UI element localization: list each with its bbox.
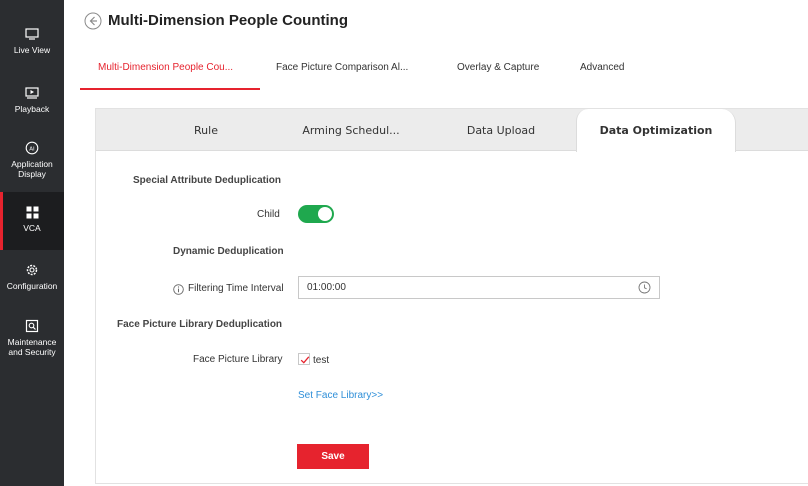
ai-icon: AI xyxy=(24,140,40,156)
sidebar-item-live-view[interactable]: Live View xyxy=(0,26,64,66)
grid-icon xyxy=(24,204,40,220)
sidebar-item-label: Playback xyxy=(14,104,50,114)
sidebar-item-label: Application Display xyxy=(11,159,53,179)
sidebar-item-label: Configuration xyxy=(6,281,58,291)
sidebar-item-vca[interactable]: VCA xyxy=(0,192,64,250)
special-attribute-deduplication-title: Special Attribute Deduplication xyxy=(133,175,281,186)
filtering-time-interval-input[interactable]: 01:00:00 xyxy=(298,276,660,299)
toggle-knob xyxy=(318,207,332,221)
subtab-rule[interactable]: Rule xyxy=(136,109,276,151)
filtering-time-interval-label: Filtering Time Interval xyxy=(188,283,284,294)
top-tab-bar: Multi-Dimension People Cou... Face Pictu… xyxy=(80,52,808,90)
sidebar: Live View Playback AI Application Displa… xyxy=(0,0,64,486)
face-picture-library-label: Face Picture Library xyxy=(193,354,283,365)
sidebar-item-label: Maintenance and Security xyxy=(7,337,57,357)
gear-icon xyxy=(24,262,40,278)
tab-overlay-capture[interactable]: Overlay & Capture xyxy=(457,62,539,73)
active-tab-indicator xyxy=(80,88,260,90)
set-face-library-link[interactable]: Set Face Library>> xyxy=(298,390,383,401)
subtab-data-upload[interactable]: Data Upload xyxy=(426,109,576,151)
tab-advanced[interactable]: Advanced xyxy=(580,62,624,73)
face-library-test-label[interactable]: test xyxy=(313,355,329,366)
tab-multi-dimension-people-counting[interactable]: Multi-Dimension People Cou... xyxy=(98,62,233,73)
maintenance-icon xyxy=(24,318,40,334)
sidebar-item-playback[interactable]: Playback xyxy=(0,85,64,125)
info-icon xyxy=(173,282,184,295)
app-window: Live View Playback AI Application Displa… xyxy=(0,0,808,486)
child-label: Child xyxy=(257,209,280,220)
page-title: Multi-Dimension People Counting xyxy=(108,12,348,29)
dynamic-deduplication-title: Dynamic Deduplication xyxy=(173,246,284,257)
face-picture-library-deduplication-title: Face Picture Library Deduplication xyxy=(117,319,283,330)
sidebar-item-label: Live View xyxy=(13,45,51,55)
child-toggle[interactable] xyxy=(298,205,334,223)
tab-face-picture-comparison[interactable]: Face Picture Comparison Al... xyxy=(276,62,408,73)
sidebar-item-maintenance[interactable]: Maintenance and Security xyxy=(0,318,64,366)
face-library-test-checkbox[interactable] xyxy=(298,353,310,365)
clock-icon[interactable] xyxy=(638,281,651,294)
sidebar-item-application-display[interactable]: AI Application Display xyxy=(0,140,64,188)
play-icon xyxy=(24,85,40,101)
back-icon[interactable] xyxy=(84,12,102,30)
page-header: Multi-Dimension People Counting xyxy=(64,0,808,44)
sidebar-item-label: VCA xyxy=(23,223,41,233)
subtab-arming-schedule[interactable]: Arming Schedul... xyxy=(276,109,426,151)
checkmark-icon xyxy=(300,356,310,364)
monitor-icon xyxy=(24,26,40,42)
subtab-data-optimization[interactable]: Data Optimization xyxy=(576,109,736,152)
save-button[interactable]: Save xyxy=(297,444,369,469)
svg-text:AI: AI xyxy=(29,146,35,152)
sidebar-item-configuration[interactable]: Configuration xyxy=(0,262,64,302)
